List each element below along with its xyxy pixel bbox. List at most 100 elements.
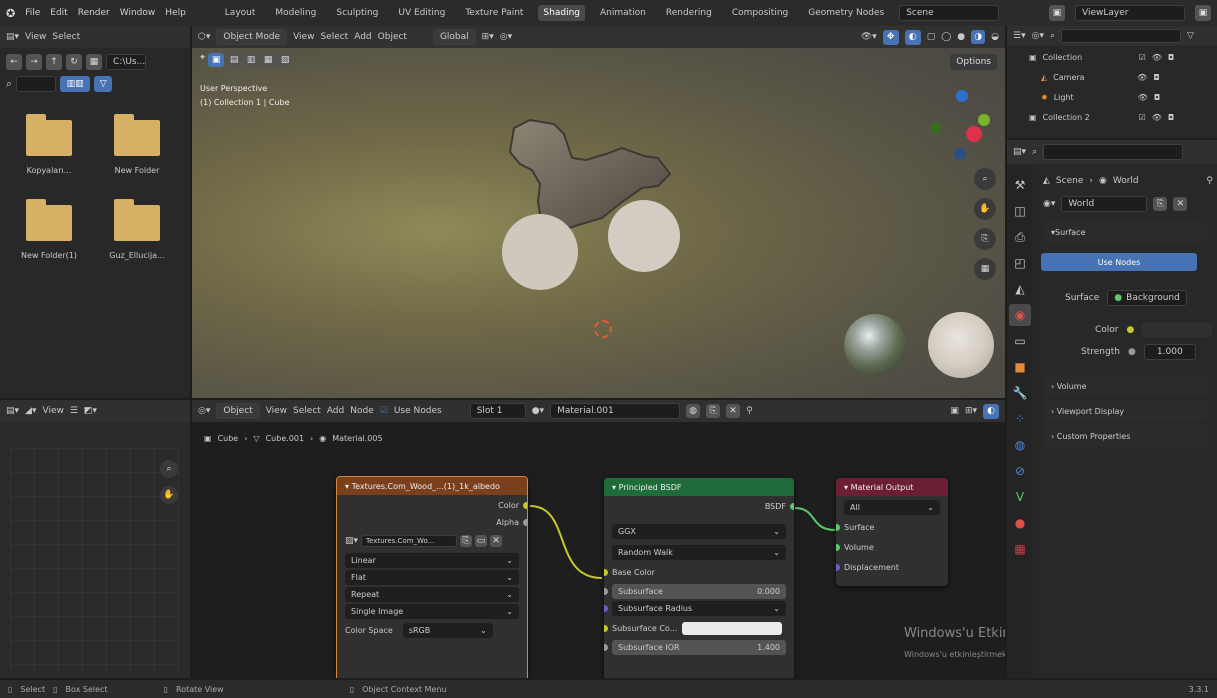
camera-icon[interactable]: ◘ [1168, 108, 1174, 128]
forward-icon[interactable]: → [26, 54, 42, 70]
viewport-display-section-header[interactable]: › Viewport Display [1043, 400, 1207, 422]
visibility-icon[interactable]: 👁▾ [861, 32, 877, 42]
data-tab-icon[interactable]: V [1009, 486, 1031, 508]
base-color-socket[interactable] [604, 568, 608, 576]
rocking-horse-model[interactable] [502, 114, 692, 304]
tab-modeling[interactable]: Modeling [270, 5, 321, 21]
snap-icon[interactable]: ⊞▾ [482, 32, 494, 42]
select-subtract-icon[interactable]: ▥ [244, 53, 259, 67]
editor-type-icon[interactable]: ▤▾ [6, 32, 19, 42]
subsurface-ior-socket[interactable] [604, 644, 608, 651]
select-extend-icon[interactable]: ▤ [227, 53, 242, 67]
outliner-row[interactable]: ▣ Collection 2 ☑ 👁 ◘ [1029, 108, 1217, 128]
image-texture-node[interactable]: ▾ Textures.Com_Wood_...(1)_1k_albedo Col… [336, 476, 528, 678]
3d-viewport[interactable]: ⬡▾ Object Mode View Select Add Object Gl… [192, 26, 1005, 398]
mode-selector[interactable]: Object Mode [216, 29, 288, 45]
properties-search-icon[interactable]: ⌕ [1032, 147, 1037, 157]
tab-texture-paint[interactable]: Texture Paint [460, 5, 528, 21]
lower-view-menu[interactable]: View [42, 406, 63, 416]
tool-tab-icon[interactable]: ⚒ [1009, 174, 1031, 196]
subsurface-ior-field[interactable]: Subsurface IOR 1.400 [604, 640, 786, 655]
outliner-row[interactable]: ◭ Camera 👁 ◘ [1029, 68, 1217, 88]
projection-dropdown[interactable]: Flat ⌄ [345, 570, 519, 585]
select-tool-icon[interactable]: ⌖ [200, 53, 205, 67]
world-name-field[interactable]: World [1061, 196, 1148, 212]
view-layer-tab-icon[interactable]: ◰ [1009, 252, 1031, 274]
search-icon[interactable]: ⌕ [6, 77, 12, 91]
menu-edit[interactable]: Edit [50, 8, 67, 18]
editor-type-icon[interactable]: ☰▾ [1013, 31, 1026, 41]
vp-add-menu[interactable]: Add [354, 32, 371, 42]
list-icon[interactable]: ☰ [70, 406, 78, 416]
orientation-selector[interactable]: Global [432, 29, 476, 45]
volume-socket[interactable] [836, 543, 840, 551]
outliner-row[interactable]: ✹ Light 👁 ◘ [1029, 88, 1217, 108]
principled-bsdf-node[interactable]: ▾ Principled BSDF BSDF GGX ⌄ Random Walk ⌄… [604, 478, 794, 678]
shader-node-editor[interactable]: ◎▾ Object View Select Add Node ☑ Use Nod… [192, 400, 1005, 678]
camera-icon[interactable]: ◘ [1168, 48, 1174, 68]
particles-tab-icon[interactable]: ⁘ [1009, 408, 1031, 430]
render-tab-icon[interactable]: ◫ [1009, 200, 1031, 222]
blender-logo-icon[interactable]: ✪ [6, 7, 15, 20]
scene-tab-icon[interactable]: ◭ [1009, 278, 1031, 300]
tab-uv-editing[interactable]: UV Editing [393, 5, 450, 21]
eye-icon[interactable]: 👁 [1152, 108, 1162, 128]
surface-section-header[interactable]: ▾ Surface [1043, 222, 1207, 242]
new-folder-icon[interactable]: ▦ [86, 54, 102, 70]
display-mode-icon[interactable]: ▥▥ [60, 76, 91, 92]
tab-animation[interactable]: Animation [595, 5, 651, 21]
ortho-toggle-icon[interactable]: ▦ [974, 258, 996, 280]
select-intersect-icon[interactable]: ▧ [278, 53, 293, 67]
new-viewlayer-icon[interactable]: ▣ [1195, 5, 1211, 21]
fb-search-input[interactable] [16, 76, 57, 92]
vp-object-menu[interactable]: Object [378, 32, 407, 42]
eye-icon[interactable]: 👁 [1152, 48, 1162, 68]
new-scene-icon[interactable]: ▣ [1049, 5, 1065, 21]
select-invert-icon[interactable]: ▦ [261, 53, 276, 67]
open-folder-icon[interactable]: ▭ [475, 535, 488, 547]
color-socket[interactable] [523, 501, 527, 509]
zoom-icon[interactable]: ⌕ [160, 460, 178, 478]
surface-socket[interactable] [836, 523, 840, 531]
region-toggle-icon[interactable]: ◩▾ [84, 406, 97, 416]
folder-icon[interactable] [114, 114, 160, 156]
folder-label[interactable]: Kopyaları... [10, 166, 88, 175]
physics-tab-icon[interactable]: ◍ [1009, 434, 1031, 456]
eye-icon[interactable]: 👁 [1137, 68, 1147, 88]
tab-geometry-nodes[interactable]: Geometry Nodes [803, 5, 889, 21]
editor-type-icon[interactable]: ▤▾ [6, 406, 19, 416]
zoom-icon[interactable]: ⌕ [974, 168, 996, 190]
volume-section-header[interactable]: › Volume [1043, 375, 1207, 397]
surface-shader-field[interactable]: ● Background [1107, 290, 1187, 306]
select-box-icon[interactable]: ▣ [208, 53, 225, 67]
viewlayer-selector[interactable]: ViewLayer [1075, 5, 1185, 21]
folder-icon[interactable] [114, 199, 160, 241]
image-name-field[interactable]: Textures.Com_Wo... [361, 535, 458, 547]
vp-select-menu[interactable]: Select [320, 32, 348, 42]
checkbox-icon[interactable]: ☑ [1139, 48, 1146, 68]
properties-search-input[interactable] [1043, 144, 1184, 160]
subsurface-color-swatch[interactable] [682, 621, 782, 635]
strength-field[interactable]: 1.000 [1143, 344, 1196, 360]
filter-icon[interactable]: ▽ [1187, 31, 1194, 41]
collection-tab-icon[interactable]: ▭ [1009, 330, 1031, 352]
navigation-gizmo[interactable] [922, 86, 994, 166]
proportional-icon[interactable]: ◎▾ [500, 32, 512, 42]
subsurface-color-socket[interactable] [604, 624, 608, 632]
world-tab-icon[interactable]: ◉ [1009, 304, 1031, 326]
scene-selector[interactable]: Scene [899, 5, 1000, 21]
duplicate-icon[interactable]: ⎘ [460, 535, 473, 547]
world-datablock-icon[interactable]: ◉▾ [1043, 199, 1055, 209]
pan-hand-icon[interactable]: ✋ [160, 486, 178, 504]
unlink-icon[interactable]: ✕ [1173, 197, 1188, 211]
checkbox-icon[interactable]: ☑ [1139, 108, 1146, 128]
gizmo-icon[interactable]: ✥ [882, 29, 899, 45]
shading-rendered-icon[interactable]: ◒ [991, 32, 999, 42]
texture-tab-icon[interactable]: ▦ [1009, 538, 1031, 560]
subsurface-method-dropdown[interactable]: Random Walk ⌄ [612, 545, 786, 560]
folder-label[interactable]: Guz_Ellucija... [98, 251, 176, 260]
duplicate-icon[interactable]: ⎘ [1153, 197, 1168, 211]
menu-help[interactable]: Help [165, 8, 186, 18]
source-dropdown[interactable]: Single Image ⌄ [345, 604, 519, 619]
modifier-tab-icon[interactable]: 🔧 [1009, 382, 1031, 404]
